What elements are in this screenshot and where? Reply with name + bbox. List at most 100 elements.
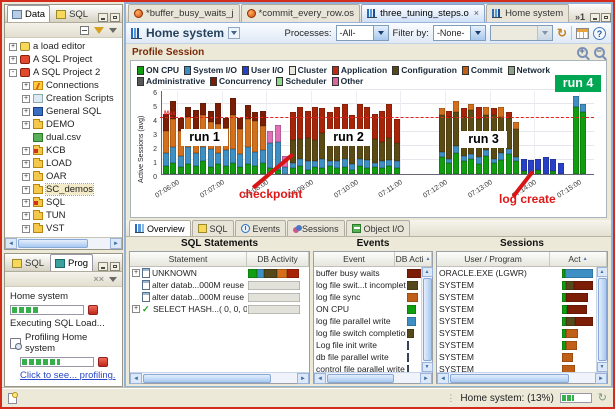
view-menu-icon[interactable] — [109, 27, 117, 33]
tree-item[interactable]: + Creation Scripts — [5, 92, 122, 105]
horizontal-scrollbar[interactable]: ◄ ► — [130, 372, 309, 384]
expander-icon[interactable]: + — [22, 120, 30, 129]
detail-tab-object-i-o[interactable]: Object I/O — [345, 220, 411, 236]
processes-select[interactable]: -All- — [335, 25, 389, 41]
scroll-down-icon[interactable]: ▼ — [596, 362, 608, 372]
see-profiling-link[interactable]: Click to see... profiling. — [20, 370, 116, 381]
expander-icon[interactable]: + — [22, 81, 30, 90]
scroll-up-icon[interactable]: ▲ — [421, 267, 433, 277]
stop-button[interactable] — [98, 357, 108, 367]
table-row[interactable]: log file swit...t incomplete) — [314, 279, 432, 291]
table-row[interactable]: log file sync — [314, 291, 432, 303]
scroll-thumb[interactable] — [597, 278, 607, 361]
table-row[interactable]: control file parallel write — [314, 363, 432, 372]
minimize-view-icon[interactable] — [98, 262, 108, 271]
scroll-left-icon[interactable]: ◄ — [437, 372, 449, 384]
view-tab-sql[interactable]: SQL — [7, 254, 49, 271]
scroll-left-icon[interactable]: ◄ — [130, 372, 142, 384]
zoom-in-icon[interactable] — [577, 46, 588, 58]
tree-item[interactable]: + KCB — [5, 144, 122, 157]
refresh-icon[interactable]: ↻ — [557, 27, 567, 39]
tree-item[interactable]: + VST — [5, 222, 122, 235]
maximize-view-icon[interactable] — [110, 13, 120, 22]
expander-icon[interactable]: + — [9, 55, 17, 64]
scroll-down-icon[interactable]: ▼ — [421, 362, 433, 372]
horizontal-scrollbar[interactable]: ◄ ► — [437, 372, 607, 384]
tree-item[interactable]: + a load editor — [5, 40, 122, 53]
table-row[interactable]: db file parallel write — [314, 351, 432, 363]
editor-tab[interactable]: *commit_every_row.os — [240, 4, 361, 22]
table-row[interactable]: +alter datab...000M reuse — [130, 279, 309, 291]
scroll-left-icon[interactable]: ◄ — [5, 238, 17, 249]
expander-icon[interactable]: + — [22, 159, 30, 168]
chevron-down-icon[interactable] — [536, 26, 552, 40]
view-tab-data[interactable]: Data — [7, 5, 51, 22]
filter-value-select[interactable] — [489, 25, 553, 41]
table-row[interactable]: ORACLE.EXE (LGWR) — [437, 267, 607, 279]
detail-tab-overview[interactable]: Overview — [129, 220, 191, 236]
column-header[interactable]: Statement — [130, 252, 247, 266]
table-row[interactable]: log file switch completion — [314, 327, 432, 339]
vertical-scrollbar[interactable]: ▲ ▼ — [421, 267, 433, 372]
scroll-right-icon[interactable]: ► — [297, 372, 309, 384]
notification-icon[interactable] — [8, 391, 18, 404]
tree-item[interactable]: + SQL — [5, 196, 122, 209]
scroll-thumb[interactable] — [450, 373, 569, 383]
view-tab-sql[interactable]: SQL — [51, 5, 93, 22]
background-task-icon[interactable]: ↻ — [598, 392, 607, 404]
expander-icon[interactable]: - — [9, 68, 17, 77]
table-row[interactable]: SYSTEM — [437, 363, 607, 372]
chevron-down-icon[interactable] — [469, 26, 485, 40]
scroll-thumb[interactable] — [143, 373, 271, 383]
expander-icon[interactable]: + — [22, 172, 30, 181]
tree-item[interactable]: +dual.csv — [5, 131, 122, 144]
help-icon[interactable]: ? — [593, 26, 606, 40]
tree-item[interactable]: + LOAD — [5, 157, 122, 170]
column-header[interactable]: Event — [314, 252, 395, 266]
expander-icon[interactable]: + — [22, 224, 30, 233]
scroll-left-icon[interactable]: ◄ — [314, 372, 326, 384]
expander-icon[interactable]: + — [9, 42, 17, 51]
table-row[interactable]: +alter datab...000M reuse — [130, 291, 309, 303]
scroll-right-icon[interactable]: ► — [595, 372, 607, 384]
table-row[interactable]: + SELECT HASH...( 0, 0, 0 ) — [130, 303, 309, 315]
expander-icon[interactable]: + — [22, 198, 30, 207]
filter-select[interactable]: -None- — [432, 25, 486, 41]
zoom-out-icon[interactable] — [594, 46, 605, 58]
expander-icon[interactable]: + — [22, 94, 30, 103]
column-header[interactable]: DB Activity — [247, 252, 309, 266]
table-view-icon[interactable] — [576, 27, 589, 39]
expander-icon[interactable]: + — [132, 305, 140, 313]
view-menu-icon[interactable] — [109, 276, 117, 282]
stop-button[interactable] — [88, 305, 98, 315]
title-menu-icon[interactable] — [228, 27, 241, 39]
tree-item[interactable]: + Connections — [5, 79, 122, 92]
vertical-scrollbar[interactable]: ▲ ▼ — [596, 267, 608, 372]
table-row[interactable]: + UNKNOWN — [130, 267, 309, 279]
column-header[interactable]: User / Program — [437, 252, 550, 266]
editor-tab[interactable]: three_tuning_steps.o × — [361, 4, 486, 22]
expander-icon[interactable]: + — [22, 146, 30, 155]
view-tab-prog[interactable]: Prog — [50, 254, 94, 271]
maximize-editor-icon[interactable] — [601, 13, 611, 22]
table-row[interactable]: SYSTEM — [437, 339, 607, 351]
detail-tab-sql[interactable]: SQL — [191, 220, 234, 236]
tree-item[interactable]: + TUN — [5, 209, 122, 222]
column-header[interactable]: Act ▲ — [550, 252, 607, 266]
collapse-all-icon[interactable] — [80, 25, 89, 35]
editor-tab[interactable]: *buffer_busy_waits_j — [128, 4, 240, 22]
table-row[interactable]: SYSTEM — [437, 351, 607, 363]
minimize-editor-icon[interactable] — [590, 13, 600, 22]
tree-item[interactable]: + OAR — [5, 170, 122, 183]
table-row[interactable]: ON CPU — [314, 303, 432, 315]
scroll-right-icon[interactable]: ► — [110, 238, 122, 249]
detail-tab-events[interactable]: Events — [234, 220, 287, 236]
tree-item[interactable]: + General SQL — [5, 105, 122, 118]
tree-item[interactable]: + DEMO — [5, 118, 122, 131]
tree-horizontal-scrollbar[interactable]: ◄ ► — [5, 237, 122, 249]
expander-icon[interactable]: + — [22, 107, 30, 116]
table-row[interactable]: Log file init write — [314, 339, 432, 351]
tree-item[interactable]: + A SQL Project — [5, 53, 122, 66]
tree-item[interactable]: - A SQL Project 2 — [5, 66, 122, 79]
scroll-up-icon[interactable]: ▲ — [596, 267, 608, 277]
